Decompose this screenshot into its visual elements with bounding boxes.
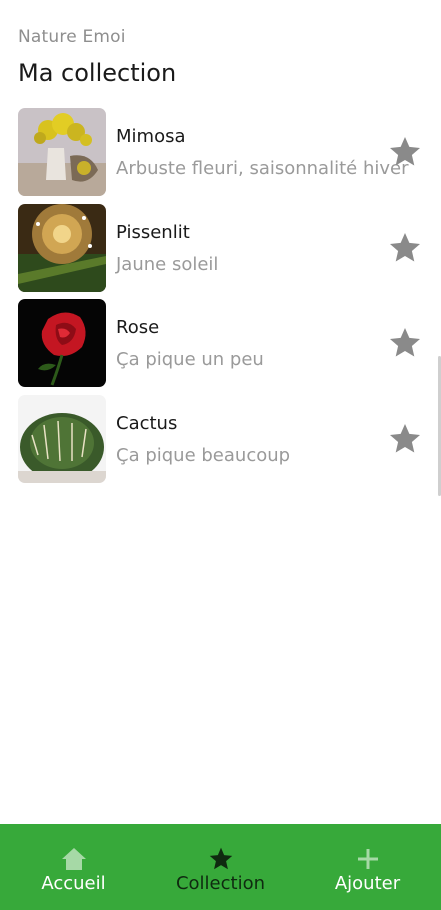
nav-label: Accueil [41, 873, 106, 894]
home-icon [60, 846, 88, 872]
plus-icon [354, 846, 382, 872]
list-item[interactable]: Rose Ça pique un peu [0, 299, 441, 395]
list-item[interactable]: Pissenlit Jaune soleil [0, 203, 441, 300]
bottom-navigation: Accueil Collection Ajouter [0, 824, 441, 910]
plant-thumbnail [18, 203, 106, 292]
favorite-star-icon[interactable] [386, 324, 424, 362]
app-name: Nature Emoi [18, 27, 126, 47]
plant-thumbnail [18, 299, 106, 387]
plant-description: Ça pique un peu [116, 349, 264, 370]
plant-name: Rose [116, 317, 160, 338]
favorite-star-icon[interactable] [386, 229, 424, 267]
nav-item-ajouter[interactable]: Ajouter [294, 824, 441, 910]
plant-thumbnail [18, 108, 106, 196]
plant-thumbnail [18, 394, 106, 483]
plant-description: Arbuste fleuri, saisonnalité hiver [116, 158, 409, 179]
plant-name: Cactus [116, 412, 178, 434]
favorite-star-icon[interactable] [386, 420, 424, 458]
page-title: Ma collection [18, 59, 177, 87]
plant-name: Mimosa [116, 126, 186, 147]
plant-name: Pissenlit [116, 221, 190, 243]
list-item[interactable]: Cactus Ça pique beaucoup [0, 394, 441, 491]
list-item[interactable]: Mimosa Arbuste fleuri, saisonnalité hive… [0, 108, 441, 204]
favorite-star-icon[interactable] [386, 133, 424, 171]
nav-item-collection[interactable]: Collection [147, 824, 294, 910]
star-icon [207, 846, 235, 872]
nav-label: Ajouter [334, 873, 401, 894]
nav-label: Collection [175, 873, 266, 894]
plant-description: Jaune soleil [116, 253, 219, 275]
collection-list: Mimosa Arbuste fleuri, saisonnalité hive… [0, 108, 441, 490]
plant-description: Ça pique beaucoup [116, 444, 291, 466]
nav-item-accueil[interactable]: Accueil [0, 824, 147, 910]
